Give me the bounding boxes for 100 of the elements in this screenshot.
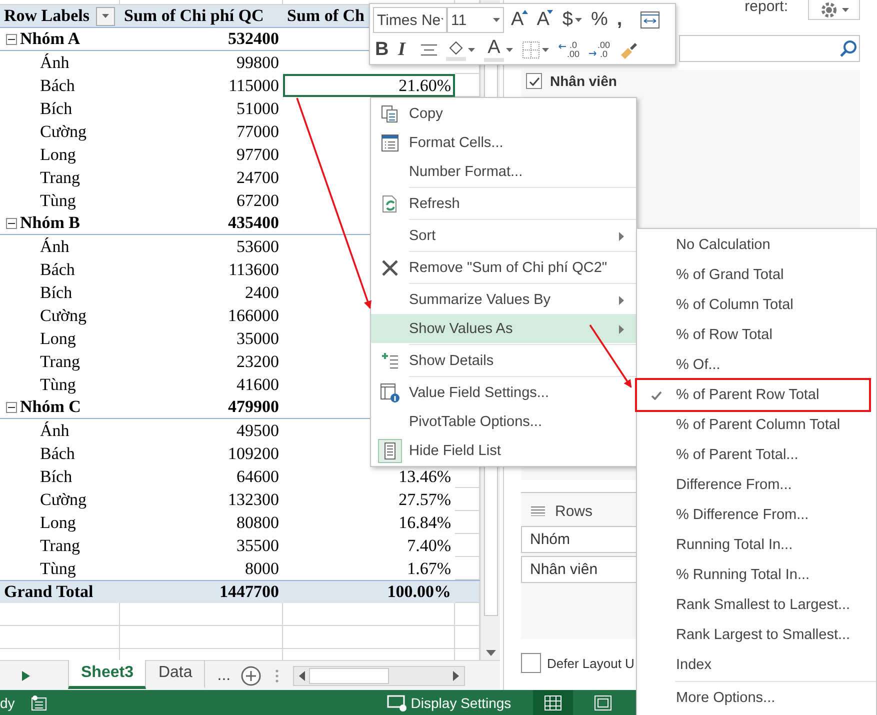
checkbox[interactable] xyxy=(526,73,542,89)
row-label: Trang xyxy=(40,536,80,556)
table-cell: 99800 xyxy=(236,52,279,72)
menu-item[interactable]: % Difference From... xyxy=(637,500,876,530)
italic-button[interactable]: I xyxy=(396,38,414,62)
add-icon[interactable] xyxy=(240,666,261,686)
sheet-tab[interactable]: Sheet3 xyxy=(68,660,146,689)
grow-font-button[interactable]: A xyxy=(509,8,530,32)
menu-item[interactable]: Remove "Sum of Chi phí QC2" xyxy=(371,253,636,282)
collapse-icon[interactable] xyxy=(6,34,17,44)
table-cell: 113600 xyxy=(228,260,279,280)
menu-item[interactable]: More Options... xyxy=(637,683,876,713)
group-label: Nhóm A xyxy=(20,29,80,49)
sheet-tab[interactable]: Data xyxy=(146,660,206,689)
status-text: dy xyxy=(0,694,15,710)
submenu-arrow-icon xyxy=(619,296,624,305)
font-field[interactable]: Times Ne xyxy=(373,7,447,33)
settings-button[interactable] xyxy=(808,0,860,20)
table-cell-text: 13.46% xyxy=(398,466,452,488)
down-arrow-icon[interactable] xyxy=(486,650,496,656)
grid-icon xyxy=(544,694,562,710)
menu-item[interactable]: Rank Smallest to Largest... xyxy=(637,590,876,620)
field-label: Nhân viên xyxy=(550,73,617,89)
check-icon xyxy=(651,390,662,400)
scroll-right-icon[interactable] xyxy=(22,670,30,680)
menu-item[interactable]: % of Parent Total... xyxy=(637,440,876,470)
menu-item[interactable]: Summarize Values By xyxy=(371,285,636,314)
menu-item[interactable]: % of Column Total xyxy=(637,290,876,320)
menu-item[interactable]: Show Details xyxy=(371,346,636,375)
increase-decimal-button[interactable]: .0 .00 xyxy=(556,41,582,59)
menu-item[interactable]: % Running Total In... xyxy=(637,560,876,590)
menu-item[interactable]: Hide Field List xyxy=(371,436,636,465)
menu-item[interactable]: Rank Largest to Smallest... xyxy=(637,620,876,650)
scroll-left-icon[interactable] xyxy=(298,670,305,680)
row-label: Bách xyxy=(40,444,75,464)
menu-item[interactable]: % of Grand Total xyxy=(637,260,876,290)
row-label: Bích xyxy=(40,282,72,302)
row-label: Tùng xyxy=(40,190,76,210)
view-button[interactable] xyxy=(533,690,574,715)
filter-dropdown-button[interactable] xyxy=(96,6,116,26)
table-cell-text: 7.40% xyxy=(406,534,452,556)
menu-item[interactable]: Format Cells... xyxy=(371,128,636,157)
column-header: Row Labels xyxy=(4,6,90,26)
menu-item[interactable]: PivotTable Options... xyxy=(371,407,636,436)
list-icon xyxy=(381,134,399,152)
menu-item[interactable]: Show Values As xyxy=(371,314,636,343)
table-cell: 35500 xyxy=(236,536,279,556)
menu-item[interactable]: Index xyxy=(637,650,876,680)
table-cell: 35000 xyxy=(236,328,279,348)
arrow-icon xyxy=(588,51,597,56)
row-label: Ánh xyxy=(40,420,70,440)
table-cell: 23200 xyxy=(236,352,279,372)
menu-item[interactable]: Running Total In... xyxy=(637,530,876,560)
more-sheets[interactable]: ... xyxy=(217,666,231,684)
paint-bucket-icon xyxy=(446,39,466,61)
check-icon xyxy=(528,76,540,86)
comma-style-button[interactable]: , xyxy=(614,8,633,32)
menu-item[interactable]: % Of... xyxy=(637,350,876,380)
menu-item[interactable]: Refresh xyxy=(371,189,636,218)
field-list-icon xyxy=(378,438,402,462)
bold-button[interactable]: B xyxy=(373,38,391,62)
format-button[interactable]: % xyxy=(588,8,610,32)
copy-icon xyxy=(381,104,399,122)
arrow xyxy=(589,324,632,388)
horizontal-scrollbar[interactable] xyxy=(292,666,465,686)
refresh-icon xyxy=(381,194,399,212)
checkbox[interactable] xyxy=(521,653,541,673)
format-button[interactable]: $ xyxy=(560,8,584,32)
column-header: Sum of Chi phí QC xyxy=(124,6,264,26)
table-cell: 109200 xyxy=(228,444,279,464)
area-title: Rows xyxy=(555,502,593,520)
menu-item[interactable]: No Calculation xyxy=(637,230,876,260)
paintbrush-icon xyxy=(619,41,640,59)
decrease-decimal-button[interactable]: .00 .0 xyxy=(586,41,612,59)
macro-icon[interactable] xyxy=(30,694,47,710)
menu-item[interactable]: Sort xyxy=(371,221,636,250)
menu-item[interactable]: Number Format... xyxy=(371,157,636,186)
display-settings-button[interactable]: Display Settings xyxy=(386,694,512,712)
row-label: Trang xyxy=(40,352,80,372)
collapse-icon[interactable] xyxy=(6,402,17,412)
align-center-icon xyxy=(421,44,437,56)
menu-item[interactable]: % of Parent Column Total xyxy=(637,410,876,440)
menu-item[interactable]: % of Parent Row Total xyxy=(637,380,869,410)
menu-item[interactable]: % of Row Total xyxy=(637,320,876,350)
shrink-font-button[interactable]: A xyxy=(534,8,556,32)
scroll-right-icon[interactable] xyxy=(452,670,459,680)
menu-item[interactable]: Difference From... xyxy=(637,470,876,500)
menu-item[interactable]: Copy xyxy=(371,99,636,128)
table-cell: 532400 xyxy=(228,29,279,49)
table-cell: 49500 xyxy=(236,420,279,440)
search-field[interactable] xyxy=(679,35,860,62)
menu-item[interactable]: Value Field Settings... xyxy=(371,378,636,407)
table-cell: 166000 xyxy=(228,306,279,326)
column-header: Sum of Ch xyxy=(287,6,364,26)
font-size-field[interactable]: 11 xyxy=(447,7,504,33)
table-cell: 2400 xyxy=(245,282,279,302)
drag-handle-icon[interactable] xyxy=(274,668,279,682)
selected-cell[interactable]: 21.60% xyxy=(283,74,455,97)
font-color-button[interactable]: A xyxy=(482,38,515,62)
collapse-icon[interactable] xyxy=(6,218,17,228)
